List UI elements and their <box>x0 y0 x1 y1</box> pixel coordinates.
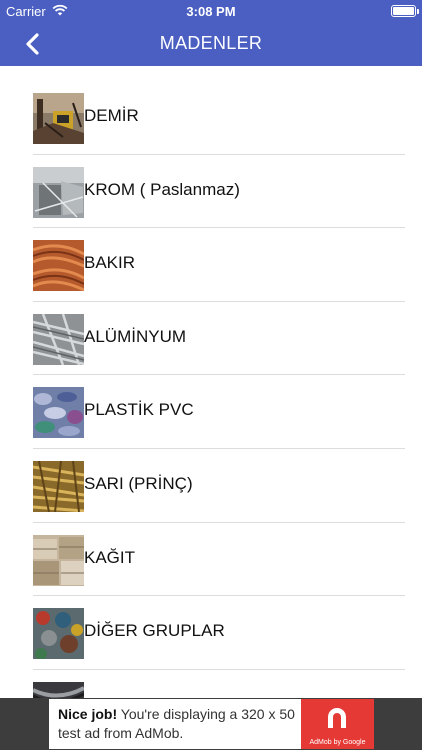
aluminum-scrap-thumbnail <box>33 313 84 365</box>
list-item-aluminyum[interactable]: ALÜMİNYUM <box>0 302 422 376</box>
list-item-label: DEMİR <box>84 106 139 125</box>
paper-bales-thumbnail <box>33 534 84 586</box>
app-screen: Carrier 3:08 PM MADENLER DEMİR KROM (Pa… <box>0 0 422 750</box>
list-item-diger-gruplar[interactable]: DİĞER GRUPLAR <box>0 596 422 670</box>
navigation-bar: MADENLER <box>0 22 422 66</box>
list-item-label: KAĞIT <box>84 547 136 567</box>
scrap-iron-thumbnail <box>33 93 84 144</box>
top-bar: Carrier 3:08 PM MADENLER <box>0 0 422 66</box>
page-title: MADENLER <box>159 33 263 53</box>
clock: 3:08 PM <box>186 4 236 19</box>
battery-icon <box>391 5 419 17</box>
copper-wire-thumbnail <box>33 240 84 292</box>
battery-nub <box>417 9 419 14</box>
stainless-scrap-thumbnail <box>33 166 84 218</box>
admob-badge: AdMob by Google <box>301 699 374 749</box>
list-item-label: DİĞER GRUPLAR <box>84 621 225 641</box>
ad-caption: AdMob by Google <box>309 739 366 746</box>
ad-banner[interactable]: Nice job! You're displaying a 320 x 50 t… <box>0 698 422 750</box>
list-item-krom[interactable]: KROM ( Paslanmaz) <box>0 155 422 229</box>
battery-fill <box>393 7 414 15</box>
list-item-sari-princ[interactable]: SARI (PRİNÇ) <box>0 449 422 523</box>
list-item-label: PLASTİK PVC <box>84 400 194 420</box>
ad-text: Nice job! You're displaying a 320 x 50 t… <box>58 705 308 743</box>
list-item-plastik-pvc[interactable]: PLASTİK PVC <box>0 375 422 449</box>
plastic-bottles-thumbnail <box>33 387 84 439</box>
ad-headline: Nice job! <box>58 706 118 722</box>
list-item-demir[interactable]: DEMİR <box>0 81 422 155</box>
material-list: DEMİR KROM ( Paslanmaz) BAKIR ALÜMİNYUM … <box>0 81 422 744</box>
status-bar: Carrier 3:08 PM <box>0 0 422 22</box>
list-item-label: BAKIR <box>84 253 136 273</box>
list-item-label: SARI (PRİNÇ) <box>84 473 193 493</box>
list-item-label: KROM ( Paslanmaz) <box>84 179 240 199</box>
mixed-scrap-thumbnail <box>33 608 84 660</box>
list-item-bakir[interactable]: BAKIR <box>0 228 422 302</box>
ad-content[interactable]: Nice job! You're displaying a 320 x 50 t… <box>49 699 374 749</box>
list-item-kagit[interactable]: KAĞIT <box>0 523 422 597</box>
brass-scrap-thumbnail <box>33 460 84 512</box>
admob-logo-icon <box>328 708 346 728</box>
list-item-label: ALÜMİNYUM <box>84 326 187 346</box>
